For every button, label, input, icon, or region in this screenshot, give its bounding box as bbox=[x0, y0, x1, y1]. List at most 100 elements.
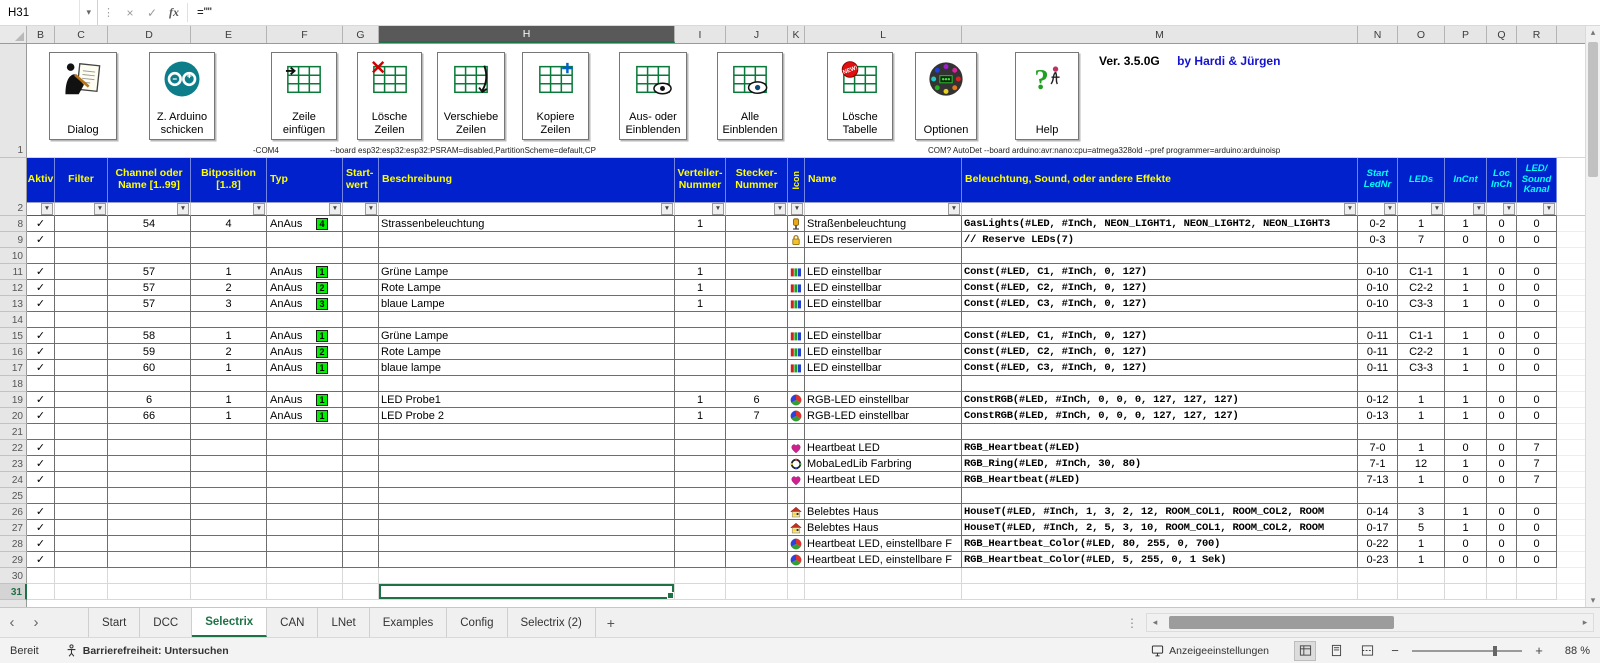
cell-P25[interactable] bbox=[1445, 488, 1487, 504]
accessibility-status-button[interactable]: Barrierefreiheit: Untersuchen bbox=[65, 644, 229, 657]
cell-G29[interactable] bbox=[343, 552, 379, 568]
cell-R29[interactable]: 0 bbox=[1517, 552, 1557, 568]
cell-B23[interactable]: ✓ bbox=[27, 456, 55, 472]
toolbar-button-zeile-einfügen[interactable]: Zeile einfügen bbox=[271, 52, 337, 140]
cell-Q20[interactable]: 0 bbox=[1487, 408, 1517, 424]
column-header-R[interactable]: R bbox=[1517, 26, 1557, 43]
cell-F9[interactable] bbox=[267, 232, 343, 248]
row-header-9[interactable]: 9 bbox=[0, 232, 27, 248]
cell-N14[interactable] bbox=[1358, 312, 1398, 328]
cell-O18[interactable] bbox=[1398, 376, 1445, 392]
cell-B15[interactable]: ✓ bbox=[27, 328, 55, 344]
cell-H11[interactable]: Grüne Lampe bbox=[379, 264, 675, 280]
cell-E10[interactable] bbox=[191, 248, 267, 264]
row-header-15[interactable]: 15 bbox=[0, 328, 27, 344]
cell-I22[interactable] bbox=[675, 440, 726, 456]
cell-Q28[interactable]: 0 bbox=[1487, 536, 1517, 552]
cell-I24[interactable] bbox=[675, 472, 726, 488]
cell-J8[interactable] bbox=[726, 216, 788, 232]
cell-C14[interactable] bbox=[55, 312, 108, 328]
cell-M30[interactable] bbox=[962, 568, 1358, 584]
cell-H27[interactable] bbox=[379, 520, 675, 536]
cell-I13[interactable]: 1 bbox=[675, 296, 726, 312]
tab-config[interactable]: Config bbox=[447, 608, 507, 637]
cell-E17[interactable]: 1 bbox=[191, 360, 267, 376]
toolbar-button-aus-oder-einblenden[interactable]: Aus- oder Einblenden bbox=[619, 52, 687, 140]
cell-J12[interactable] bbox=[726, 280, 788, 296]
cell-C8[interactable] bbox=[55, 216, 108, 232]
cell-L24[interactable]: Heartbeat LED bbox=[805, 472, 962, 488]
cell-H25[interactable] bbox=[379, 488, 675, 504]
cell-O22[interactable]: 1 bbox=[1398, 440, 1445, 456]
column-header-P[interactable]: P bbox=[1445, 26, 1487, 43]
cell-D24[interactable] bbox=[108, 472, 191, 488]
horizontal-scrollbar-thumb[interactable] bbox=[1169, 616, 1394, 629]
row-header-20[interactable]: 20 bbox=[0, 408, 27, 424]
cell-R24[interactable]: 7 bbox=[1517, 472, 1557, 488]
cell-G9[interactable] bbox=[343, 232, 379, 248]
cell-F25[interactable] bbox=[267, 488, 343, 504]
cell-K10[interactable] bbox=[788, 248, 805, 264]
cell-O17[interactable]: C3-3 bbox=[1398, 360, 1445, 376]
insert-function-icon[interactable]: fx bbox=[163, 0, 185, 25]
cell-C20[interactable] bbox=[55, 408, 108, 424]
column-header-M[interactable]: M bbox=[962, 26, 1358, 43]
cell-N11[interactable]: 0-10 bbox=[1358, 264, 1398, 280]
cell-F23[interactable] bbox=[267, 456, 343, 472]
filter-button-B[interactable]: ▼ bbox=[41, 203, 53, 215]
column-header-Q[interactable]: Q bbox=[1487, 26, 1517, 43]
filter-button-R[interactable]: ▼ bbox=[1543, 203, 1555, 215]
cell-E15[interactable]: 1 bbox=[191, 328, 267, 344]
cell-H13[interactable]: blaue Lampe bbox=[379, 296, 675, 312]
cell-O8[interactable]: 1 bbox=[1398, 216, 1445, 232]
cell-R28[interactable]: 0 bbox=[1517, 536, 1557, 552]
cell-J10[interactable] bbox=[726, 248, 788, 264]
cell-N28[interactable]: 0-22 bbox=[1358, 536, 1398, 552]
cell-D31[interactable] bbox=[108, 584, 191, 600]
cell-E28[interactable] bbox=[191, 536, 267, 552]
filter-button-O[interactable]: ▼ bbox=[1431, 203, 1443, 215]
cell-J11[interactable] bbox=[726, 264, 788, 280]
cell-G26[interactable] bbox=[343, 504, 379, 520]
cell-R11[interactable]: 0 bbox=[1517, 264, 1557, 280]
toolbar-button-kopiere-zeilen[interactable]: Kopiere Zeilen bbox=[522, 52, 589, 140]
row-header-25[interactable]: 25 bbox=[0, 488, 27, 504]
row-header-19[interactable]: 19 bbox=[0, 392, 27, 408]
cell-C27[interactable] bbox=[55, 520, 108, 536]
cell-D22[interactable] bbox=[108, 440, 191, 456]
cell-O9[interactable]: 7 bbox=[1398, 232, 1445, 248]
cell-P26[interactable]: 1 bbox=[1445, 504, 1487, 520]
cell-J13[interactable] bbox=[726, 296, 788, 312]
cell-K18[interactable] bbox=[788, 376, 805, 392]
cell-F8[interactable]: AnAus4 bbox=[267, 216, 343, 232]
cell-L11[interactable]: LED einstellbar bbox=[805, 264, 962, 280]
cell-B17[interactable]: ✓ bbox=[27, 360, 55, 376]
cell-E26[interactable] bbox=[191, 504, 267, 520]
cell-R30[interactable] bbox=[1517, 568, 1557, 584]
formula-input[interactable]: ="" bbox=[190, 0, 1600, 25]
cell-B18[interactable] bbox=[27, 376, 55, 392]
cell-R18[interactable] bbox=[1517, 376, 1557, 392]
cell-B12[interactable]: ✓ bbox=[27, 280, 55, 296]
cell-R17[interactable]: 0 bbox=[1517, 360, 1557, 376]
cell-G8[interactable] bbox=[343, 216, 379, 232]
cell-F13[interactable]: AnAus3 bbox=[267, 296, 343, 312]
cell-O20[interactable]: 1 bbox=[1398, 408, 1445, 424]
cell-G18[interactable] bbox=[343, 376, 379, 392]
cell-H20[interactable]: LED Probe 2 bbox=[379, 408, 675, 424]
zoom-slider-thumb[interactable] bbox=[1493, 646, 1497, 656]
cell-H21[interactable] bbox=[379, 424, 675, 440]
cell-K21[interactable] bbox=[788, 424, 805, 440]
cell-E25[interactable] bbox=[191, 488, 267, 504]
cell-Q29[interactable]: 0 bbox=[1487, 552, 1517, 568]
cell-I19[interactable]: 1 bbox=[675, 392, 726, 408]
cell-M29[interactable]: RGB_Heartbeat_Color(#LED, 5, 255, 0, 1 S… bbox=[962, 552, 1358, 568]
cell-R21[interactable] bbox=[1517, 424, 1557, 440]
cell-E19[interactable]: 1 bbox=[191, 392, 267, 408]
filter-button-G[interactable]: ▼ bbox=[365, 203, 377, 215]
cell-H26[interactable] bbox=[379, 504, 675, 520]
cell-D14[interactable] bbox=[108, 312, 191, 328]
cell-Q23[interactable]: 0 bbox=[1487, 456, 1517, 472]
cell-P18[interactable] bbox=[1445, 376, 1487, 392]
cell-R22[interactable]: 7 bbox=[1517, 440, 1557, 456]
